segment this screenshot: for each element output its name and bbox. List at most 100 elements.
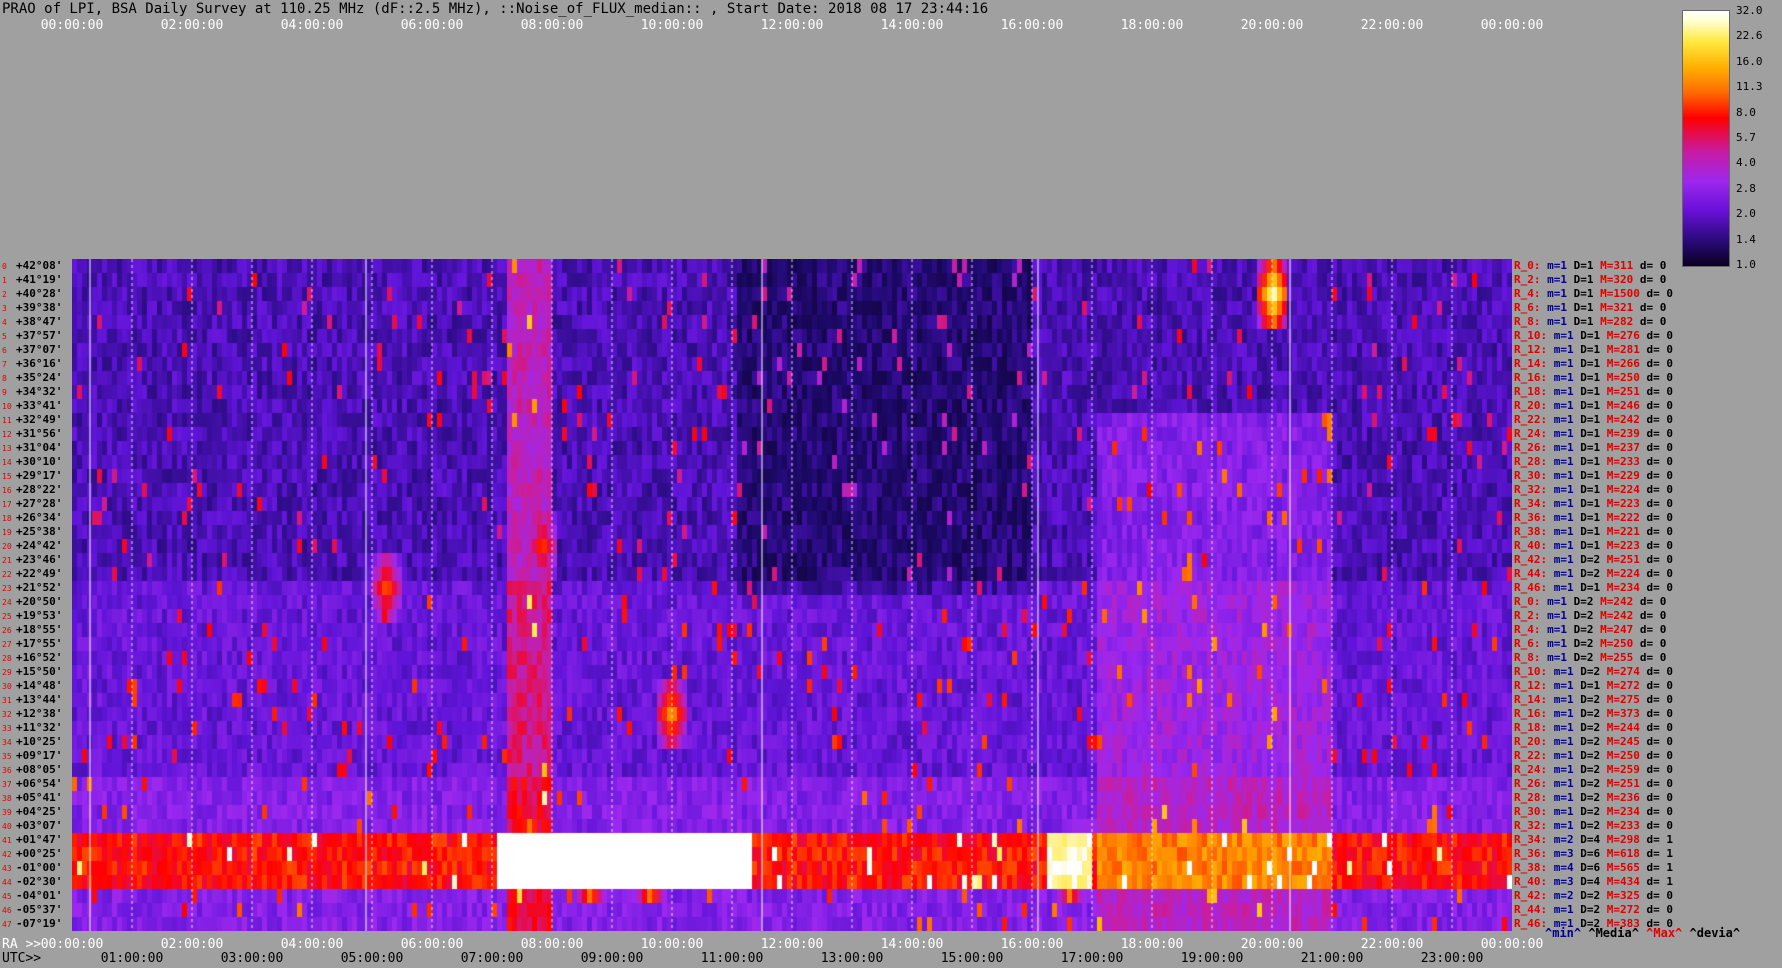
dec-label: 41 +01°47': [2, 833, 63, 846]
dec-label: 16 +28°22': [2, 483, 63, 496]
dec-label: 5 +37°57': [2, 329, 63, 342]
dec-label: 9 +34°32': [2, 385, 63, 398]
colorbar-tick: 4.0: [1736, 156, 1756, 170]
dec-label: 47 -07°19': [2, 917, 63, 930]
source-row: R_30: m=1 D=1 M=229 d= 0: [1514, 469, 1680, 482]
source-row: R_32: m=1 D=2 M=233 d= 0: [1514, 819, 1680, 832]
dec-label: 10 +33°41': [2, 399, 63, 412]
source-row: R_36: m=3 D=6 M=618 d= 1: [1514, 847, 1680, 860]
dec-label: 32 +12°38': [2, 707, 63, 720]
colorbar: [1682, 10, 1730, 267]
ra-tick-6: 12:00:00: [760, 937, 824, 952]
dec-label: 33 +11°32': [2, 721, 63, 734]
source-row: R_26: m=1 D=1 M=237 d= 0: [1514, 441, 1680, 454]
utc-axis-label: UTC>>: [2, 951, 42, 966]
dec-label: 19 +25°38': [2, 525, 63, 538]
dec-label: 13 +31°04': [2, 441, 63, 454]
source-row: R_42: m=2 D=2 M=325 d= 0: [1514, 889, 1680, 902]
dec-label: 24 +20°50': [2, 595, 63, 608]
dec-label: 29 +15°50': [2, 665, 63, 678]
colorbar-tick: 16.0: [1736, 54, 1763, 68]
source-row: R_4: m=1 D=2 M=247 d= 0: [1514, 623, 1673, 636]
utc-tick-4: 09:00:00: [580, 951, 644, 966]
colorbar-tick: 2.8: [1736, 181, 1756, 195]
dec-label: 17 +27°28': [2, 497, 63, 510]
legend-item: ^Media^: [1588, 926, 1647, 940]
utc-tick-5: 11:00:00: [700, 951, 764, 966]
source-row: R_26: m=1 D=2 M=251 d= 0: [1514, 777, 1680, 790]
utc-tick-7: 15:00:00: [940, 951, 1004, 966]
source-row: R_2: m=1 D=2 M=242 d= 0: [1514, 609, 1673, 622]
dec-label: 6 +37°07': [2, 343, 63, 356]
source-row: R_34: m=1 D=1 M=223 d= 0: [1514, 497, 1680, 510]
dec-label: 30 +14°48': [2, 679, 63, 692]
source-row: R_14: m=1 D=1 M=266 d= 0: [1514, 357, 1680, 370]
dec-label: 26 +18°55': [2, 623, 63, 636]
dec-label: 23 +21°52': [2, 581, 63, 594]
top-ra-tick-0: 00:00:00: [40, 18, 104, 33]
ra-tick-4: 08:00:00: [520, 937, 584, 952]
legend-item: ^devia^: [1689, 926, 1748, 940]
colorbar-tick: 32.0: [1736, 4, 1763, 17]
dec-label: 28 +16°52': [2, 651, 63, 664]
utc-tick-9: 19:00:00: [1180, 951, 1244, 966]
dec-label: 40 +03°07': [2, 819, 63, 832]
source-row: R_44: m=1 D=2 M=224 d= 0: [1514, 567, 1680, 580]
source-row: R_14: m=1 D=2 M=275 d= 0: [1514, 693, 1680, 706]
dec-label: 3 +39°38': [2, 301, 63, 314]
dec-label: 14 +30°10': [2, 455, 63, 468]
source-row: R_18: m=1 D=1 M=251 d= 0: [1514, 385, 1680, 398]
dec-label: 20 +24°42': [2, 539, 63, 552]
source-row: R_34: m=2 D=4 M=298 d= 1: [1514, 833, 1680, 846]
dec-label: 22 +22°49': [2, 567, 63, 580]
source-row: R_30: m=1 D=2 M=234 d= 0: [1514, 805, 1680, 818]
source-row: R_44: m=1 D=2 M=272 d= 0: [1514, 903, 1680, 916]
colorbar-tick: 11.3: [1736, 80, 1763, 94]
top-ra-tick-2: 04:00:00: [280, 18, 344, 33]
source-row: R_22: m=1 D=1 M=242 d= 0: [1514, 413, 1680, 426]
top-ra-tick-12: 00:00:00: [1480, 18, 1544, 33]
dec-label: 7 +36°16': [2, 357, 63, 370]
top-ra-tick-5: 10:00:00: [640, 18, 704, 33]
source-row: R_46: m=1 D=1 M=234 d= 0: [1514, 581, 1680, 594]
utc-tick-0: 01:00:00: [100, 951, 164, 966]
dec-label: 27 +17°55': [2, 637, 63, 650]
source-row: R_40: m=1 D=1 M=223 d= 0: [1514, 539, 1680, 552]
source-row: R_16: m=1 D=1 M=250 d= 0: [1514, 371, 1680, 384]
ra-tick-12: 00:00:00: [1480, 937, 1544, 952]
legend-item: ^min^: [1545, 926, 1589, 940]
colorbar-tick: 22.6: [1736, 29, 1763, 43]
source-row: R_0: m=1 D=2 M=242 d= 0: [1514, 595, 1673, 608]
ra-tick-2: 04:00:00: [280, 937, 344, 952]
source-row: R_12: m=1 D=1 M=272 d= 0: [1514, 679, 1680, 692]
ra-tick-8: 16:00:00: [1000, 937, 1064, 952]
top-ra-tick-6: 12:00:00: [760, 18, 824, 33]
source-row: R_8: m=1 D=1 M=282 d= 0: [1514, 315, 1673, 328]
source-row: R_24: m=1 D=2 M=259 d= 0: [1514, 763, 1680, 776]
dec-label: 34 +10°25': [2, 735, 63, 748]
dec-label: 0 +42°08': [2, 259, 63, 272]
dec-label: 44 -02°30': [2, 875, 63, 888]
top-ra-tick-1: 02:00:00: [160, 18, 224, 33]
source-row: R_22: m=1 D=2 M=250 d= 0: [1514, 749, 1680, 762]
source-row: R_20: m=1 D=2 M=245 d= 0: [1514, 735, 1680, 748]
utc-tick-11: 23:00:00: [1420, 951, 1484, 966]
source-row: R_18: m=1 D=2 M=244 d= 0: [1514, 721, 1680, 734]
top-ra-tick-8: 16:00:00: [1000, 18, 1064, 33]
dec-label: 39 +04°25': [2, 805, 63, 818]
heatmap-canvas: [72, 259, 1512, 931]
utc-tick-2: 05:00:00: [340, 951, 404, 966]
utc-tick-10: 21:00:00: [1300, 951, 1364, 966]
ra-tick-7: 14:00:00: [880, 937, 944, 952]
source-row: R_6: m=1 D=1 M=321 d= 0: [1514, 301, 1673, 314]
source-row: R_10: m=1 D=1 M=276 d= 0: [1514, 329, 1680, 342]
source-row: R_16: m=1 D=2 M=373 d= 0: [1514, 707, 1680, 720]
dec-label: 21 +23°46': [2, 553, 63, 566]
dec-label: 2 +40°28': [2, 287, 63, 300]
utc-tick-3: 07:00:00: [460, 951, 524, 966]
stats-legend: ^min^ ^Media^ ^Max^ ^devia^: [1545, 926, 1747, 940]
utc-tick-6: 13:00:00: [820, 951, 884, 966]
dec-label: 1 +41°19': [2, 273, 63, 286]
dec-label: 31 +13°44': [2, 693, 63, 706]
source-row: R_12: m=1 D=1 M=281 d= 0: [1514, 343, 1680, 356]
